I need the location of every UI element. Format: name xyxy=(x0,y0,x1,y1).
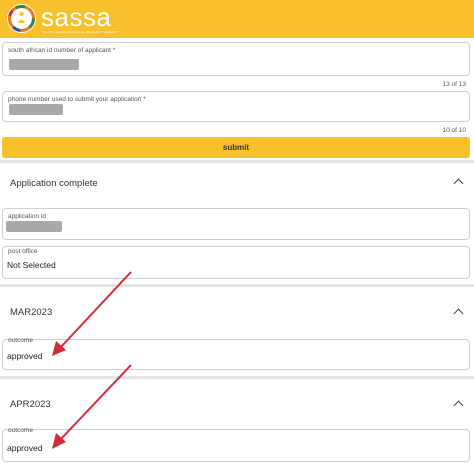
chevron-up-icon[interactable] xyxy=(453,400,464,411)
id-number-field[interactable]: south african id number of applicant * xyxy=(2,42,470,76)
month-panel-mar: MAR2023 outcome approved xyxy=(0,287,474,376)
phone-number-redacted xyxy=(9,104,63,115)
sassa-logo xyxy=(7,4,36,33)
brand-subtitle: SOUTH AFRICAN SOCIAL SECURITY AGENCY xyxy=(43,30,120,34)
chevron-up-icon[interactable] xyxy=(453,178,464,189)
submit-button[interactable]: submit xyxy=(2,137,470,158)
id-number-redacted xyxy=(9,59,79,70)
outcome-field: outcome approved xyxy=(2,427,470,462)
application-title: Application complete xyxy=(10,178,98,189)
outcome-value: approved xyxy=(7,351,43,361)
application-panel: Application complete application id post… xyxy=(0,163,474,285)
id-number-counter: 13 of 13 xyxy=(442,81,467,88)
chevron-up-icon[interactable] xyxy=(453,308,464,319)
post-office-value: Not Selected xyxy=(7,260,56,270)
outcome-label: outcome xyxy=(8,337,33,344)
application-id-field: application id xyxy=(2,208,470,240)
application-id-label: application id xyxy=(8,213,46,220)
application-id-redacted xyxy=(6,221,62,232)
post-office-field: post office Not Selected xyxy=(2,246,470,279)
month-title: MAR2023 xyxy=(10,307,53,318)
app-header: sassa SOUTH AFRICAN SOCIAL SECURITY AGEN… xyxy=(0,0,474,38)
outcome-value: approved xyxy=(7,443,43,453)
month-panel-apr: APR2023 outcome approved xyxy=(0,379,474,466)
phone-number-field[interactable]: phone number used to submit your applica… xyxy=(2,91,470,122)
month-title: APR2023 xyxy=(10,399,51,410)
post-office-label: post office xyxy=(8,248,38,255)
id-number-label: south african id number of applicant * xyxy=(8,47,116,54)
phone-number-label: phone number used to submit your applica… xyxy=(8,96,146,103)
brand-name: sassa xyxy=(41,2,112,32)
outcome-label: outcome xyxy=(8,427,33,434)
phone-number-counter: 10 of 10 xyxy=(442,127,467,134)
outcome-field: outcome approved xyxy=(2,337,470,370)
